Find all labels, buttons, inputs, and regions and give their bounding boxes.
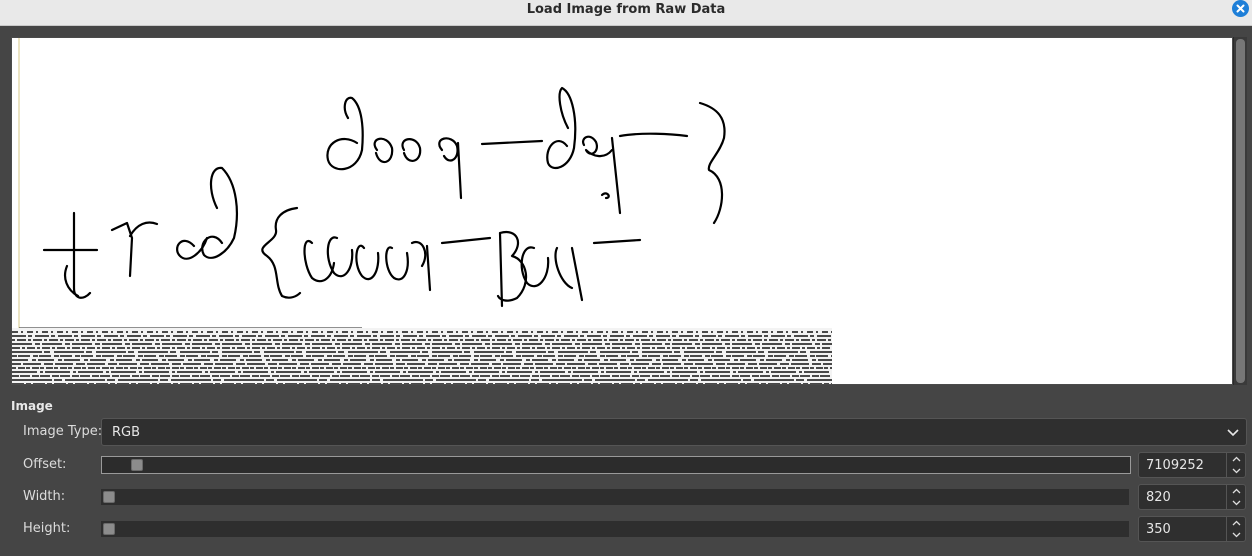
raw-image-preview [12,38,832,384]
preview-scrollbar[interactable] [1233,37,1247,385]
height-increment-button[interactable] [1227,517,1246,529]
image-type-label: Image Type: [23,424,103,439]
offset-slider-handle[interactable] [131,459,143,471]
width-slider[interactable] [101,489,1129,505]
height-slider-handle[interactable] [103,523,115,535]
close-icon [1236,4,1245,13]
offset-decrement-button[interactable] [1227,465,1246,477]
width-decrement-button[interactable] [1227,497,1246,509]
image-section-title: Image [11,399,53,413]
close-button[interactable] [1232,0,1249,17]
width-value: 820 [1146,490,1171,505]
chevron-up-icon [1232,456,1241,462]
offset-label: Offset: [23,457,67,472]
chevron-down-icon [1232,468,1241,474]
offset-slider[interactable] [101,456,1131,474]
image-type-value: RGB [112,425,141,440]
height-slider[interactable] [101,521,1129,537]
window-title: Load Image from Raw Data [526,2,726,17]
offset-value: 7109252 [1146,458,1204,473]
title-bar: Load Image from Raw Data [0,0,1252,26]
height-value: 350 [1146,522,1171,537]
chevron-down-icon [1227,429,1239,437]
height-decrement-button[interactable] [1227,529,1246,541]
width-slider-handle[interactable] [103,491,115,503]
offset-increment-button[interactable] [1227,453,1246,465]
image-preview [11,37,1233,385]
width-label: Width: [23,489,66,504]
chevron-up-icon [1232,488,1241,494]
chevron-down-icon [1232,532,1241,538]
width-spinbox[interactable]: 820 [1138,484,1246,510]
offset-spinbox[interactable]: 7109252 [1138,452,1246,478]
height-spinbox[interactable]: 350 [1138,516,1246,542]
height-label: Height: [23,521,71,536]
image-type-select[interactable]: RGB [101,418,1247,446]
width-increment-button[interactable] [1227,485,1246,497]
chevron-up-icon [1232,520,1241,526]
chevron-down-icon [1232,500,1241,506]
scrollbar-thumb[interactable] [1236,39,1245,383]
